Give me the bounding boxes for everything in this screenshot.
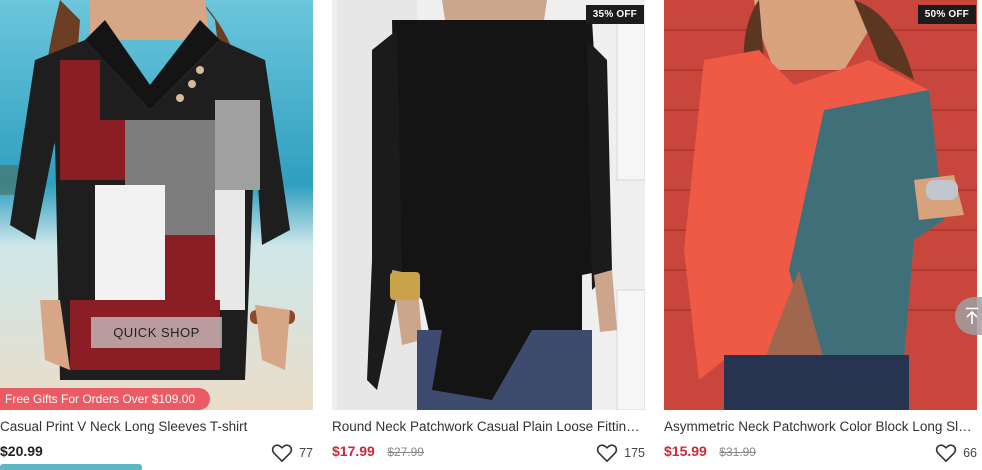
product-image[interactable]: QUICK SHOP Free Gifts For Orders Over $1…: [0, 0, 313, 410]
wishlist-button[interactable]: 66: [935, 443, 977, 463]
price-row: $15.99 $31.99 66: [664, 443, 977, 463]
product-image[interactable]: 50% OFF: [664, 0, 977, 410]
product-photo-3: [664, 0, 977, 410]
wishlist-count: 175: [624, 446, 645, 460]
wishlist-count: 77: [299, 446, 313, 460]
discount-badge: 35% OFF: [585, 5, 644, 24]
product-photo-1: [0, 0, 313, 410]
product-price: $17.99: [332, 443, 375, 459]
product-card[interactable]: 35% OFF Round Neck Patchwork Casual Plai…: [332, 0, 645, 470]
product-title[interactable]: Asymmetric Neck Patchwork Color Block Lo…: [664, 419, 977, 434]
original-price: $31.99: [719, 445, 756, 459]
heart-outline-icon: [271, 443, 293, 463]
heart-outline-icon: [596, 443, 618, 463]
product-price: $20.99: [0, 443, 43, 459]
product-title[interactable]: Round Neck Patchwork Casual Plain Loose …: [332, 419, 645, 434]
arrow-up-to-line-icon: [958, 307, 980, 325]
product-price: $15.99: [664, 443, 707, 459]
discount-badge: 50% OFF: [917, 5, 976, 24]
wishlist-count: 66: [963, 446, 977, 460]
wishlist-button[interactable]: 77: [271, 443, 313, 463]
promo-banner[interactable]: Free Gifts For Orders Over $109.00: [0, 388, 210, 410]
heart-outline-icon: [935, 443, 957, 463]
price-row: $20.99 77: [0, 443, 313, 463]
price-row: $17.99 $27.99 175: [332, 443, 645, 463]
product-card[interactable]: QUICK SHOP Free Gifts For Orders Over $1…: [0, 0, 313, 470]
accent-strip: [0, 464, 142, 470]
product-title[interactable]: Casual Print V Neck Long Sleeves T-shirt: [0, 419, 313, 434]
product-image[interactable]: 35% OFF: [332, 0, 645, 410]
original-price: $27.99: [387, 445, 424, 459]
quick-shop-button[interactable]: QUICK SHOP: [91, 317, 222, 348]
product-grid: QUICK SHOP Free Gifts For Orders Over $1…: [0, 0, 982, 470]
product-photo-2: [332, 0, 645, 410]
wishlist-button[interactable]: 175: [596, 443, 645, 463]
product-card[interactable]: 50% OFF Asymmetric Neck Patchwork Color …: [664, 0, 977, 470]
